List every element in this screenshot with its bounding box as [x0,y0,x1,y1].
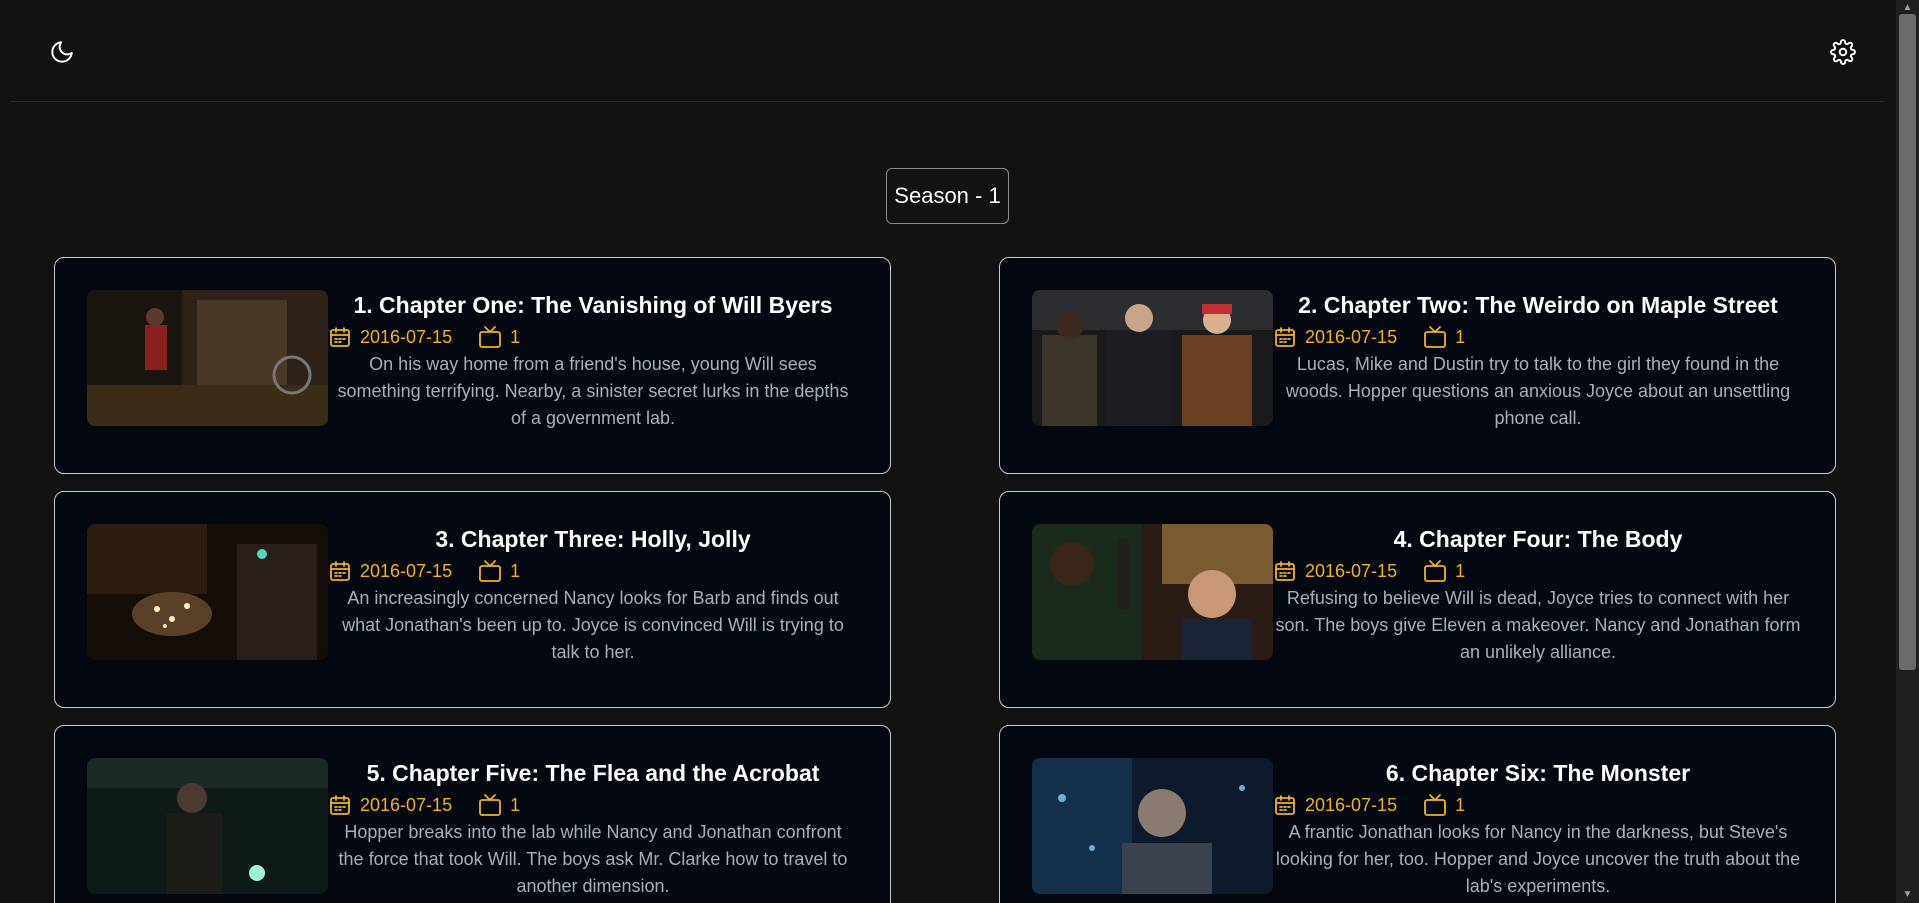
app-header [10,0,1884,102]
season-number: 1 [1455,560,1466,581]
episode-overview: On his way home from a friend's house, y… [337,354,849,428]
air-date: 2016-07-15 [1305,326,1398,347]
episode-thumbnail [87,524,328,660]
scrollbar-thumb[interactable] [1899,14,1916,670]
episode-card[interactable]: 5. Chapter Five: The Flea and the Acroba… [54,725,891,903]
episode-thumbnail [87,758,328,894]
season-number: 1 [510,560,521,581]
episode-card[interactable]: 2. Chapter Two: The Weirdo on Maple Stre… [999,257,1836,474]
episode-meta: 2016-07-15 1 [328,557,858,585]
calendar-icon [1275,327,1295,347]
tv-icon [479,794,501,816]
scroll-down-arrow-icon[interactable]: ▼ [1901,889,1914,901]
season-number: 1 [510,326,521,347]
episode-meta: 2016-07-15 1 [328,791,858,819]
moon-icon [51,41,73,63]
episode-meta: 2016-07-15 1 [328,323,858,351]
tv-icon [1424,326,1446,348]
episode-meta: 2016-07-15 1 [1273,557,1803,585]
episode-info: 5. Chapter Five: The Flea and the Acroba… [328,758,858,900]
season-number: 1 [1455,794,1466,815]
episode-thumbnail [1032,290,1273,426]
episode-thumbnail [87,290,328,426]
tv-icon [1424,794,1446,816]
episode-title: 5. Chapter Five: The Flea and the Acroba… [366,760,820,786]
episode-info: 6. Chapter Six: The Monster 2016-07-15 1… [1273,758,1803,900]
episode-overview: A frantic Jonathan looks for Nancy in th… [1275,822,1801,896]
episode-card[interactable]: 6. Chapter Six: The Monster 2016-07-15 1… [999,725,1836,903]
calendar-icon [330,561,350,581]
tv-icon [479,560,501,582]
episode-thumbnail [1032,524,1273,660]
calendar-icon [330,795,350,815]
episode-title: 3. Chapter Three: Holly, Jolly [435,526,751,552]
episode-title: 6. Chapter Six: The Monster [1385,760,1691,786]
episode-title: 4. Chapter Four: The Body [1393,526,1683,552]
episode-meta: 2016-07-15 1 [1273,323,1803,351]
episode-card[interactable]: 3. Chapter Three: Holly, Jolly 2016-07-1… [54,491,891,708]
gear-icon [1830,39,1856,65]
air-date: 2016-07-15 [360,326,453,347]
page: Season - 1 1. Chapter One: The Vanishing… [0,0,1919,903]
theme-toggle-button[interactable] [40,30,84,74]
episode-card[interactable]: 4. Chapter Four: The Body 2016-07-15 1 R… [999,491,1836,708]
episode-overview: Hopper breaks into the lab while Nancy a… [338,822,848,896]
episode-info: 4. Chapter Four: The Body 2016-07-15 1 R… [1273,524,1803,666]
calendar-icon [1275,795,1295,815]
air-date: 2016-07-15 [1305,560,1398,581]
season-number: 1 [510,794,521,815]
episode-card[interactable]: 1. Chapter One: The Vanishing of Will By… [54,257,891,474]
episode-info: 1. Chapter One: The Vanishing of Will By… [328,290,858,432]
air-date: 2016-07-15 [360,794,453,815]
air-date: 2016-07-15 [1305,794,1398,815]
episode-info: 3. Chapter Three: Holly, Jolly 2016-07-1… [328,524,858,666]
episode-info: 2. Chapter Two: The Weirdo on Maple Stre… [1273,290,1803,432]
episode-thumbnail [1032,758,1273,894]
episode-overview: Refusing to believe Will is dead, Joyce … [1275,588,1801,662]
settings-button[interactable] [1821,30,1865,74]
season-selector-button[interactable]: Season - 1 [886,168,1009,224]
season-number: 1 [1455,326,1466,347]
calendar-icon [330,327,350,347]
episode-meta: 2016-07-15 1 [1273,791,1803,819]
scroll-up-arrow-icon[interactable]: ▲ [1901,2,1914,14]
episode-title: 2. Chapter Two: The Weirdo on Maple Stre… [1298,292,1778,318]
calendar-icon [1275,561,1295,581]
tv-icon [1424,560,1446,582]
episode-overview: An increasingly concerned Nancy looks fo… [342,588,844,662]
episode-title: 1. Chapter One: The Vanishing of Will By… [353,292,833,318]
tv-icon [479,326,501,348]
episode-overview: Lucas, Mike and Dustin try to talk to th… [1285,354,1791,428]
air-date: 2016-07-15 [360,560,453,581]
